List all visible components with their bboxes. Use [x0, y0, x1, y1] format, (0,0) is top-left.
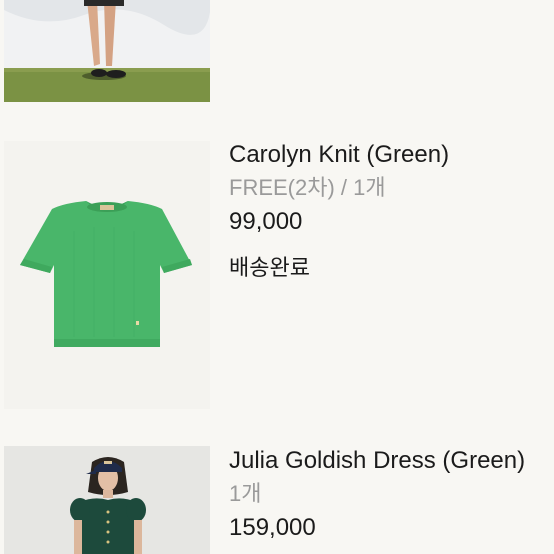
product-thumbnail[interactable] — [4, 446, 210, 554]
model-legs-photo — [4, 0, 210, 102]
order-item[interactable]: Carolyn Knit (Green) FREE(2차) / 1개 99,00… — [0, 140, 554, 410]
green-knit-photo — [4, 141, 210, 409]
product-thumbnail[interactable] — [4, 141, 210, 409]
product-thumbnail[interactable] — [4, 0, 210, 102]
product-price: 99,000 — [229, 208, 303, 235]
product-name[interactable]: Julia Goldish Dress (Green) — [229, 446, 525, 476]
product-price: 159,000 — [229, 514, 316, 541]
product-info: Julia Goldish Dress (Green) 1개 159,000 — [229, 446, 525, 543]
model-dress-photo — [4, 446, 210, 554]
delivery-status: 배송완료 — [229, 255, 310, 280]
product-info: Carolyn Knit (Green) FREE(2차) / 1개 99,00… — [229, 140, 449, 283]
product-name[interactable]: Carolyn Knit (Green) — [229, 140, 449, 170]
product-option: 1개 — [229, 481, 262, 506]
product-option: FREE(2차) / 1개 — [229, 175, 386, 200]
order-item[interactable]: Julia Goldish Dress (Green) 1개 159,000 — [0, 446, 554, 554]
order-item[interactable] — [0, 0, 554, 104]
